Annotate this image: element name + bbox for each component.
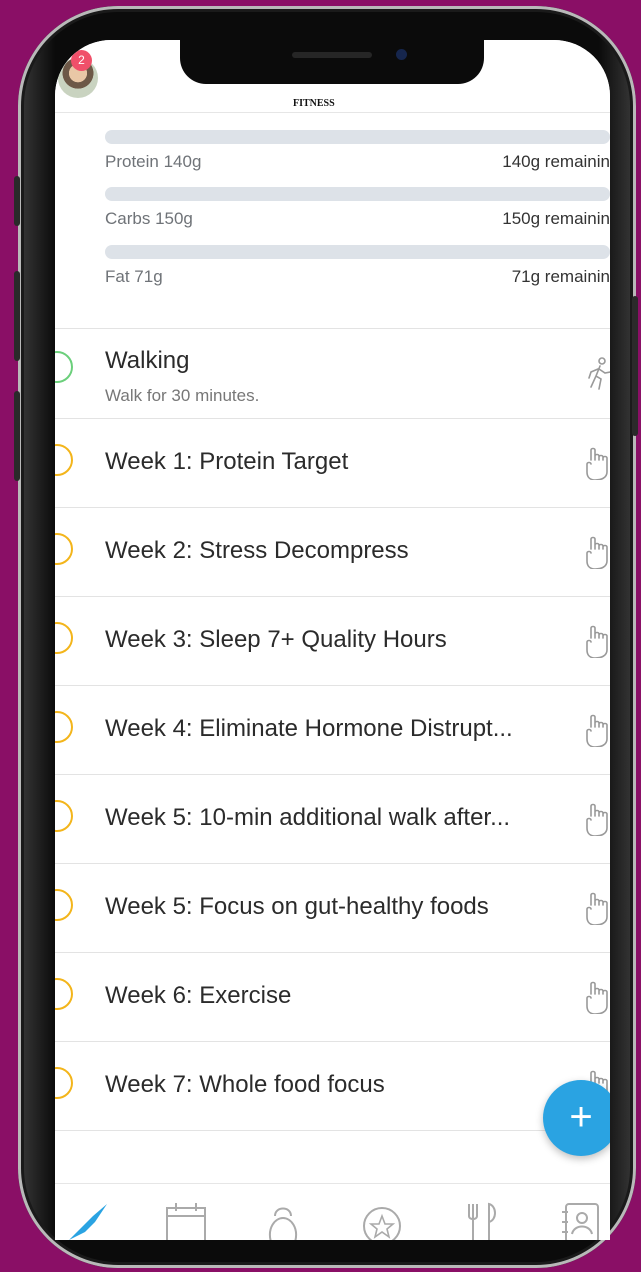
notch [180, 40, 484, 84]
task-title: Week 1: Protein Target [105, 448, 349, 475]
task-status-circle[interactable] [55, 351, 73, 383]
macro-remaining: 140g remainin [502, 152, 610, 171]
add-task-button[interactable]: + [543, 1080, 610, 1156]
finger-tap-icon [586, 536, 608, 569]
macro-label: Carbs 150g [105, 209, 193, 228]
task-title: Week 5: Focus on gut-healthy foods [105, 893, 489, 920]
macro-label: Protein 140g [105, 152, 202, 171]
finger-tap-icon [586, 447, 608, 480]
notification-badge: 2 [71, 50, 92, 71]
volume-up-button [14, 271, 20, 361]
task-item[interactable]: Week 5: 10-min additional walk after... [55, 774, 610, 864]
task-item-walking[interactable]: Walking Walk for 30 minutes. [55, 329, 610, 419]
task-item[interactable]: Week 5: Focus on gut-healthy foods [55, 863, 610, 953]
task-subtitle: Walk for 30 minutes. [105, 386, 260, 405]
task-item[interactable]: Week 1: Protein Target [55, 418, 610, 508]
task-item[interactable]: Week 3: Sleep 7+ Quality Hours [55, 596, 610, 686]
side-button [632, 296, 638, 436]
volume-down-button [14, 391, 20, 481]
macro-remaining: 71g remainin [511, 267, 610, 286]
kettlebell-icon[interactable] [263, 1202, 303, 1240]
task-title: Week 3: Sleep 7+ Quality Hours [105, 626, 447, 653]
macro-protein: Protein 140g 140g remainin [105, 130, 610, 172]
macro-carbs: Carbs 150g 150g remainin [105, 187, 610, 229]
task-status-circle[interactable] [55, 889, 73, 921]
finger-tap-icon [586, 803, 608, 836]
macro-remaining: 150g remainin [502, 209, 610, 228]
app-logo: FITNESS [293, 98, 335, 109]
walking-icon [588, 357, 610, 390]
task-status-circle[interactable] [55, 444, 73, 476]
fork-knife-icon[interactable] [465, 1202, 501, 1240]
task-title: Week 6: Exercise [105, 982, 292, 1009]
task-item[interactable]: Week 6: Exercise [55, 952, 610, 1042]
task-title: Week 4: Eliminate Hormone Distrupt... [105, 715, 513, 742]
tab-bar [55, 1183, 610, 1240]
macro-fat: Fat 71g 71g remainin [105, 245, 610, 287]
task-status-circle[interactable] [55, 800, 73, 832]
task-title: Walking [105, 347, 190, 374]
finger-tap-icon [586, 981, 608, 1014]
protein-progress-bar [105, 130, 610, 144]
task-title: Week 7: Whole food focus [105, 1071, 385, 1098]
finger-tap-icon [586, 892, 608, 925]
calendar-icon[interactable] [165, 1202, 207, 1240]
task-status-circle[interactable] [55, 1067, 73, 1099]
task-status-circle[interactable] [55, 533, 73, 565]
task-item[interactable]: Week 2: Stress Decompress [55, 507, 610, 597]
task-title: Week 5: 10-min additional walk after... [105, 804, 511, 831]
task-status-circle[interactable] [55, 711, 73, 743]
front-camera [396, 49, 407, 60]
task-item[interactable]: Week 4: Eliminate Hormone Distrupt... [55, 685, 610, 775]
finger-tap-icon [586, 714, 608, 747]
task-status-circle[interactable] [55, 978, 73, 1010]
fat-progress-bar [105, 245, 610, 259]
task-item[interactable]: Week 7: Whole food focus [55, 1041, 610, 1131]
contacts-icon[interactable] [560, 1202, 600, 1240]
app-screen: 2 FITNESS Protein 140g 140g remainin Car… [55, 40, 610, 1240]
carbs-progress-bar [105, 187, 610, 201]
finger-tap-icon [586, 625, 608, 658]
speaker [292, 52, 372, 58]
mute-switch [14, 176, 20, 226]
star-badge-icon[interactable] [360, 1202, 404, 1240]
macro-label: Fat 71g [105, 267, 163, 286]
task-status-circle[interactable] [55, 622, 73, 654]
rocket-icon[interactable] [67, 1202, 111, 1240]
task-title: Week 2: Stress Decompress [105, 537, 409, 564]
